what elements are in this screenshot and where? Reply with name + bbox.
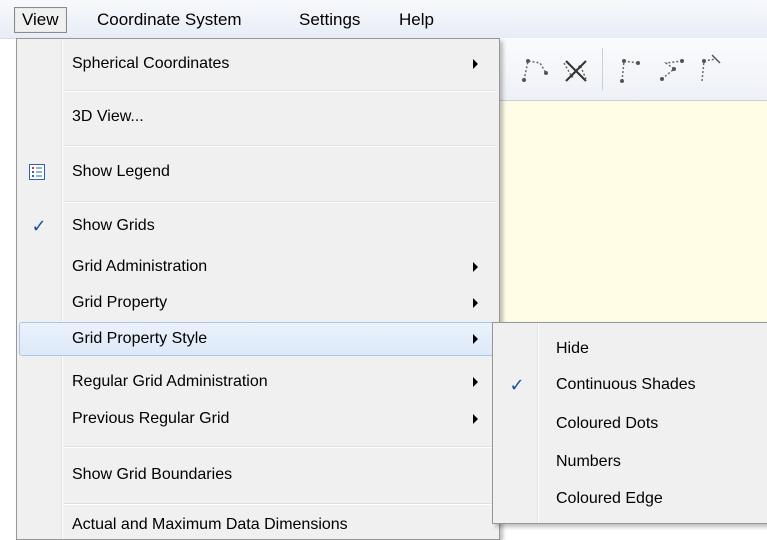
menu-item-grid-property[interactable]: Grid Property [19,286,497,320]
menu-item-show-legend[interactable]: Show Legend [19,155,497,189]
menu-item-show-grids[interactable]: ✓ Show Grids [19,209,497,243]
submenu-arrow-icon [473,298,478,308]
menu-separator [64,201,496,203]
checkmark-icon: ✓ [509,375,525,395]
menu-item-label: Grid Property Style [72,330,208,347]
submenu-item-label: Coloured Dots [556,415,659,432]
submenu-item-coloured-edge[interactable]: Coloured Edge [495,480,767,518]
submenu-item-label: Numbers [556,453,621,470]
toolbar-separator [602,48,603,90]
menu-item-label: 3D View... [72,108,144,125]
submenu-arrow-icon [473,59,478,69]
submenu-item-continuous-shades[interactable]: ✓ Continuous Shades [495,366,767,404]
menu-item-grid-property-style[interactable]: Grid Property Style [19,322,497,356]
menu-item-grid-administration[interactable]: Grid Administration [19,250,497,284]
submenu-arrow-icon [473,334,478,344]
menu-separator [64,503,496,505]
menu-item-label: Grid Administration [72,258,208,275]
menu-separator [64,90,496,92]
polyline-edit-tool-icon[interactable] [694,53,728,87]
submenu-item-label: Continuous Shades [556,376,696,393]
submenu-item-hide[interactable]: Hide [495,330,767,368]
submenu-item-numbers[interactable]: Numbers [495,443,767,481]
menu-item-spherical-coordinates[interactable]: Spherical Coordinates [19,47,497,81]
menu-item-regular-grid-administration[interactable]: Regular Grid Administration [19,365,497,399]
menu-item-label: Grid Property [72,294,168,311]
menu-item-label: Show Grids [72,217,155,234]
menu-item-label: Previous Regular Grid [72,410,230,427]
menu-item-label: Actual and Maximum Data Dimensions [72,516,348,533]
delete-polyline-tool-icon[interactable] [558,53,592,87]
grid-property-style-submenu: Hide ✓ Continuous Shades Coloured Dots N… [492,322,767,524]
menu-separator [64,446,496,448]
menu-separator [64,145,496,147]
menu-item-show-grid-boundaries[interactable]: Show Grid Boundaries [19,458,497,492]
menu-help[interactable]: Help [392,8,441,32]
submenu-item-label: Coloured Edge [556,490,663,507]
menu-item-label: Show Legend [72,163,170,180]
polyline-tool-icon[interactable] [518,53,552,87]
menu-item-label: Regular Grid Administration [72,373,268,390]
view-menu: Spherical Coordinates 3D View... Show Le… [16,38,500,540]
menu-settings[interactable]: Settings [292,8,367,32]
menu-item-label: Show Grid Boundaries [72,466,233,483]
menu-coordinate-system[interactable]: Coordinate System [90,8,249,32]
menu-item-3d-view[interactable]: 3D View... [19,100,497,134]
menu-view[interactable]: View [14,7,67,33]
drawing-toolbar [500,38,767,101]
menu-item-data-dimensions[interactable]: Actual and Maximum Data Dimensions [19,508,497,539]
menu-bar: View Coordinate System Settings Help [0,0,767,39]
submenu-item-label: Hide [556,340,589,357]
polyline-points-tool-icon[interactable] [614,53,648,87]
submenu-arrow-icon [473,377,478,387]
menu-item-previous-regular-grid[interactable]: Previous Regular Grid [19,402,497,436]
submenu-arrow-icon [473,262,478,272]
submenu-arrow-icon [473,414,478,424]
connect-points-tool-icon[interactable] [654,53,688,87]
menu-item-label: Spherical Coordinates [72,55,230,72]
legend-icon [29,164,45,180]
checkmark-icon: ✓ [31,216,47,236]
submenu-item-coloured-dots[interactable]: Coloured Dots [495,405,767,443]
